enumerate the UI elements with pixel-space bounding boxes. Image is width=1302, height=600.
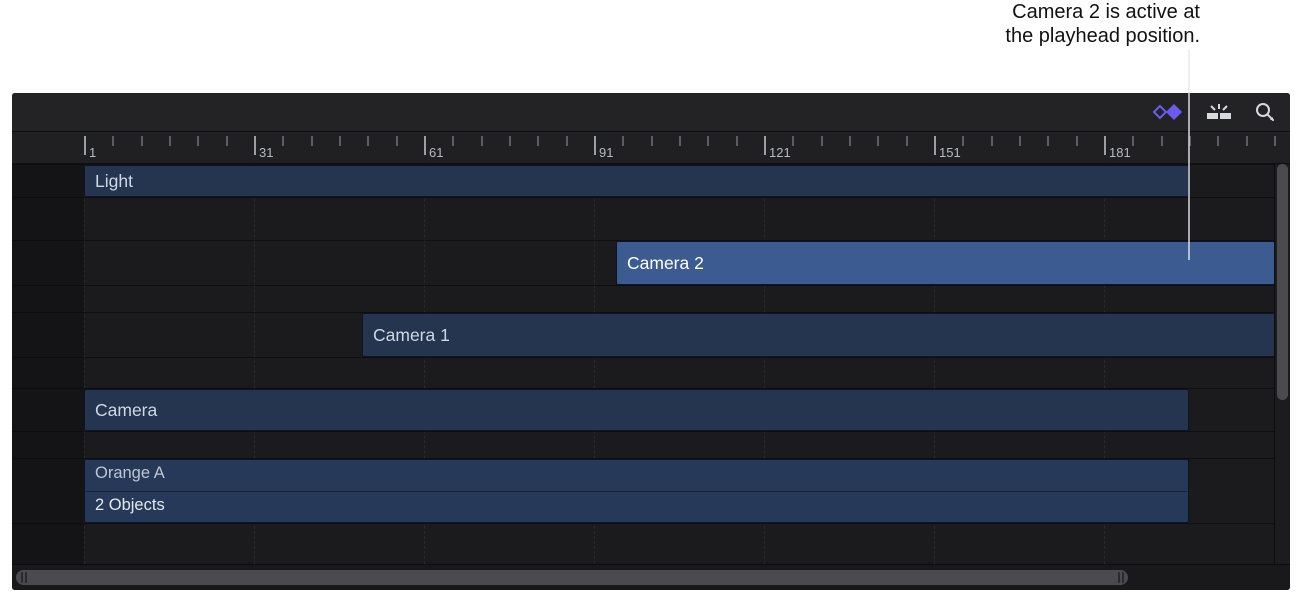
ruler-label: 61 [429,145,443,160]
track-row-light[interactable]: Light [12,164,1274,198]
ruler-minor-tick [1132,136,1134,146]
ruler-major-tick [764,136,766,155]
ruler-minor-tick [141,136,143,146]
ruler-minor-tick [1076,136,1078,146]
track-row-group[interactable]: Orange A 2 Objects [12,458,1274,524]
ruler-minor-tick [282,136,284,146]
ruler-minor-tick [396,136,398,146]
vertical-scrollbar[interactable] [1274,164,1290,564]
timeline-tracks[interactable]: Light Camera 2 Camera 1 Camera Orange A [12,164,1274,564]
annotation-callout: Camera 2 is active at the playhead posit… [1005,0,1200,49]
ruler-minor-tick [877,136,879,146]
ruler-minor-tick [112,136,114,146]
ruler-minor-tick [481,136,483,146]
ruler-minor-tick [1161,136,1163,146]
annotation-line1: Camera 2 is active at [1005,0,1200,24]
snap-icon[interactable] [1204,100,1234,124]
ruler-minor-tick [367,136,369,146]
group-divider [86,491,1187,492]
ruler-label: 121 [769,145,791,160]
vertical-scroll-thumb[interactable] [1277,164,1288,400]
ruler-minor-tick [821,136,823,146]
ruler-minor-tick [197,136,199,146]
ruler-label: 91 [599,145,613,160]
ruler-major-tick [1104,136,1106,155]
ruler-label: 31 [259,145,273,160]
ruler-minor-tick [1019,136,1021,146]
horizontal-scrollbar[interactable] [12,564,1290,590]
horizontal-scroll-thumb[interactable] [16,570,1128,585]
clip-label: Light [95,171,133,192]
ruler-minor-tick [962,136,964,146]
clip-camera-2[interactable]: Camera 2 [616,241,1276,285]
clip-label: Camera [95,400,157,421]
ruler-label: 1 [89,145,96,160]
ruler-minor-tick [566,136,568,146]
timeline-ruler[interactable]: 1 31 61 91 121 151 181 [12,132,1290,164]
group-count-label: 2 Objects [95,496,165,515]
ruler-minor-tick [311,136,313,146]
track-row-camera-1[interactable]: Camera 1 [12,312,1274,358]
ruler-major-tick [594,136,596,155]
ruler-minor-tick [1047,136,1049,146]
ruler-minor-tick [339,136,341,146]
ruler-minor-tick [792,136,794,146]
clip-light[interactable]: Light [84,165,1189,197]
ruler-minor-tick [1217,136,1219,146]
group-name-label: Orange A [95,464,165,483]
ruler-major-tick [424,136,426,155]
timeline-toolbar [12,93,1290,132]
keyframe-diamond-icon[interactable] [1148,100,1184,124]
annotation-line2: the playhead position. [1005,24,1200,48]
ruler-label: 181 [1109,145,1131,160]
clip-label: Camera 2 [627,253,704,274]
timeline-panel: 1 31 61 91 121 151 181 Light Camera 2 Camera 1… [12,93,1290,590]
track-row-camera[interactable]: Camera [12,388,1274,432]
ruler-major-tick [254,136,256,155]
ruler-minor-tick [452,136,454,146]
ruler-minor-tick [849,136,851,146]
ruler-major-tick [84,136,86,155]
ruler-minor-tick [1246,136,1248,146]
ruler-minor-tick [736,136,738,146]
ruler-minor-tick [906,136,908,146]
ruler-minor-tick [226,136,228,146]
clip-camera[interactable]: Camera [84,389,1189,431]
ruler-minor-tick [707,136,709,146]
ruler-minor-tick [509,136,511,146]
ruler-minor-tick [537,136,539,146]
ruler-minor-tick [622,136,624,146]
ruler-major-tick [934,136,936,155]
ruler-minor-tick [679,136,681,146]
clip-label: Camera 1 [373,325,450,346]
zoom-icon[interactable] [1254,100,1276,124]
clip-group-orange-a[interactable]: Orange A 2 Objects [84,459,1189,523]
ruler-minor-tick [991,136,993,146]
ruler-minor-tick [651,136,653,146]
track-row-camera-2[interactable]: Camera 2 [12,240,1274,286]
clip-camera-1[interactable]: Camera 1 [362,313,1276,357]
ruler-minor-tick [169,136,171,146]
annotation-leader-line [1188,50,1190,260]
ruler-label: 151 [939,145,961,160]
